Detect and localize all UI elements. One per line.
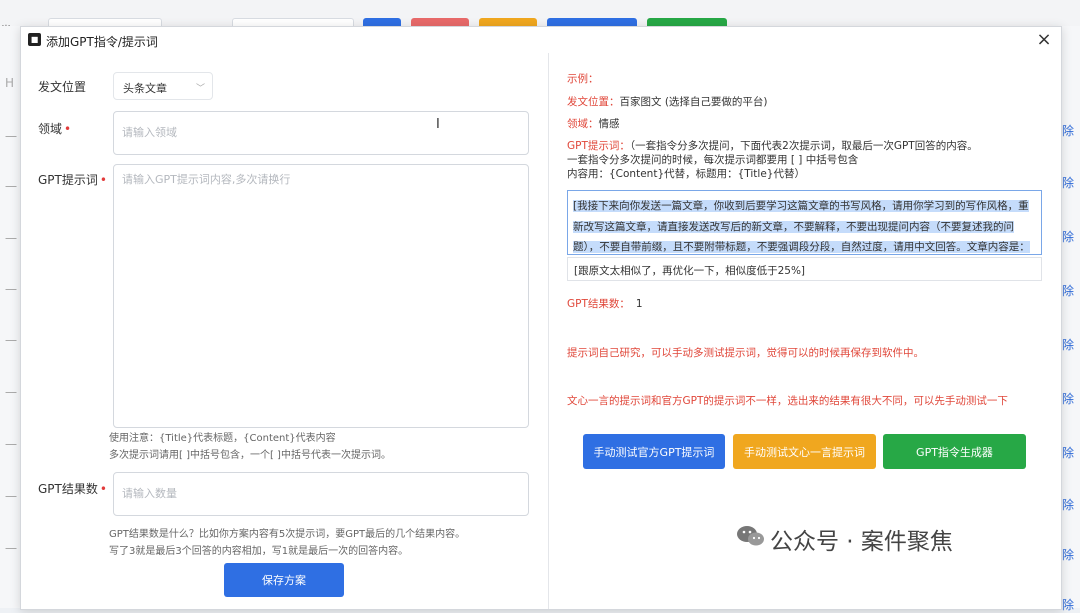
prompt-hint-brackets: 多次提示词请用[ ]中括号包含，一个[ ]中括号代表一次提示词。 [109,450,391,461]
chevron-down-icon: ﹀ [195,84,205,94]
delete-link: 除 [1062,124,1075,138]
example-domain-row: 领域：情感 [567,118,620,130]
prompt-hint-variables: 使用注意：{Title}代表标题，{Content}代表内容 [109,433,336,444]
example-prompt-desc-2: 一套指令分多次提问的时候，每次提示词都要用 [ ] 中括号包含 [567,154,859,166]
example-prompt-row: GPT提示词：（一套指令分多次提问，下面代表2次提示词，取最后一次GPT回答的内… [567,140,978,152]
panel-divider [548,53,549,609]
example-heading: 示例： [567,73,599,85]
example-prompt-1-box[interactable]: [我接下来向你发送一篇文章，你收到后要学习这篇文章的书写风格，请用你学习到的写作… [567,190,1042,274]
delete-link: 除 [1062,338,1075,352]
result-count-hint-2: 写了3就是最后3个回答的内容相加，写1就是最后一次的回答内容。 [109,546,409,557]
close-button[interactable]: × [1033,29,1055,51]
dialog-titlebar: ■ 添加GPT指令/提示词 × [21,27,1061,53]
delete-link: 除 [1062,498,1075,512]
dialog-title: 添加GPT指令/提示词 [46,35,158,49]
delete-link: 除 [1062,392,1075,406]
position-select-value: 头条文章 [123,82,167,95]
save-scheme-button[interactable]: 保存方案 [224,563,344,597]
app-logo-icon: ■ [28,33,41,46]
example-result-row: GPT结果数： 1 [567,298,643,310]
example-note-wenxin: 文心一言的提示词和官方GPT的提示词不一样，选出来的结果有很大不同，可以先手动测… [567,395,1008,407]
gpt-command-generator-button[interactable]: GPT指令生成器 [883,434,1026,469]
domain-label: 领域 • [38,122,72,136]
delete-link: 除 [1062,548,1075,562]
example-prompt-2-box[interactable]: [跟原文太相似了，再优化一下，相似度低于25%] [567,257,1042,281]
position-select[interactable]: 头条文章 ﹀ [113,72,213,100]
background-right-column: 除 除 除 除 除 除 除 除 除 除 [1060,26,1080,612]
prompt-textarea[interactable] [113,164,529,428]
delete-link: 除 [1062,284,1075,298]
position-label: 发文位置 [38,80,87,94]
test-wenxin-button[interactable]: 手动测试文心一言提示词 [733,434,876,469]
result-count-label: GPT结果数 • [38,482,107,496]
delete-link: 除 [1062,176,1075,190]
domain-input[interactable] [113,111,529,155]
example-position-row: 发文位置：百家图文 (选择自己要做的平台) [567,96,768,108]
result-count-hint-1: GPT结果数是什么？比如你方案内容有5次提示词，要GPT最后的几个结果内容。 [109,529,466,540]
watermark-text: 公众号 · 案件聚焦 [770,529,953,555]
background-toolbar [0,0,1080,27]
test-official-gpt-button[interactable]: 手动测试官方GPT提示词 [583,434,725,469]
example-prompt-desc-3: 内容用：{Content}代替，标题用：{Title}代替） [567,168,805,180]
delete-link: 除 [1062,598,1075,612]
delete-link: 除 [1062,230,1075,244]
prompt-label: GPT提示词 • [38,173,107,187]
background-left-column: H 一 一 一 一 一 一 一 一 一 [0,26,20,608]
example-note-research: 提示词自己研究，可以手动多测试提示词，觉得可以的时候再保存到软件中。 [567,347,924,359]
result-count-input[interactable] [113,472,529,516]
delete-link: 除 [1062,446,1075,460]
wechat-icon [737,526,764,546]
text-cursor-icon: I [436,117,440,132]
